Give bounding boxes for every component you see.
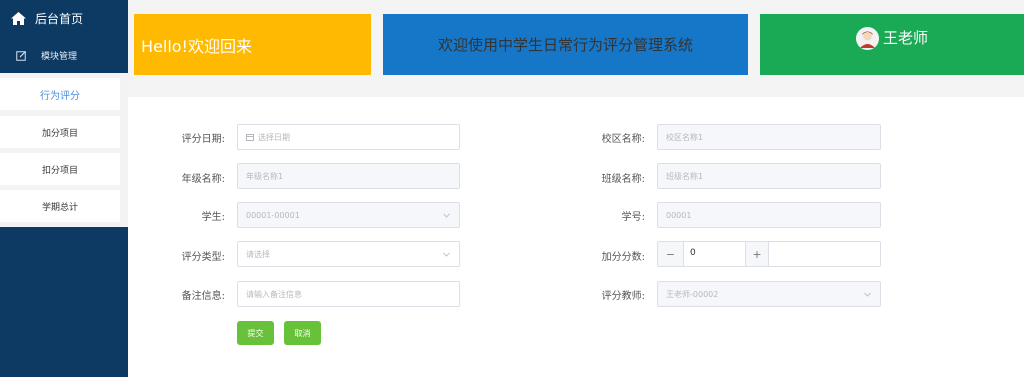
- class-value: 班级名称1: [666, 171, 704, 181]
- student-select: 00001-00001: [237, 202, 460, 228]
- teacher-label: 评分教师:: [601, 291, 645, 302]
- welcome-text: Hello!欢迎回来: [141, 36, 252, 56]
- remark-label: 备注信息:: [181, 291, 225, 302]
- sidebar-item-label: 行为评分: [40, 90, 80, 102]
- teacher-value: 王老师-00002: [666, 289, 719, 299]
- score-type-label: 评分类型:: [181, 252, 225, 263]
- sidebar: 后台首页 模块管理 行为评分 加分项目 扣分项目 学期总计: [0, 0, 128, 377]
- score-date-label: 评分日期:: [181, 134, 225, 145]
- sidebar-module-management[interactable]: 模块管理: [0, 37, 128, 73]
- sidebar-home-label: 后台首页: [35, 12, 84, 26]
- sidebar-item-bonus-items[interactable]: 加分项目: [0, 116, 120, 148]
- student-label: 学生:: [201, 212, 225, 223]
- home-icon: [11, 12, 26, 25]
- welcome-card: Hello!欢迎回来: [134, 14, 371, 75]
- decrement-button[interactable]: −: [658, 242, 684, 266]
- student-value: 00001-00001: [246, 210, 300, 220]
- sidebar-item-deduction-items[interactable]: 扣分项目: [0, 153, 120, 185]
- student-no-field: 00001: [657, 202, 881, 228]
- class-field: 班级名称1: [657, 163, 881, 189]
- bonus-score-stepper: − 0 +: [657, 241, 881, 267]
- user-card[interactable]: 王老师: [760, 14, 1024, 75]
- sidebar-home-link[interactable]: 后台首页: [0, 0, 128, 37]
- campus-label: 校区名称:: [601, 134, 645, 145]
- score-type-select[interactable]: 请选择: [237, 241, 460, 267]
- avatar: [855, 27, 879, 50]
- campus-field: 校区名称1: [657, 124, 881, 150]
- student-no-label: 学号:: [621, 212, 645, 223]
- sidebar-submenu: 行为评分 加分项目 扣分项目 学期总计: [0, 73, 128, 227]
- remark-input[interactable]: 请输入备注信息: [237, 281, 460, 307]
- campus-value: 校区名称1: [666, 132, 704, 142]
- sidebar-item-behavior-score[interactable]: 行为评分: [0, 78, 120, 110]
- teacher-select: 王老师-00002: [657, 281, 881, 307]
- chevron-down-icon: [443, 252, 450, 257]
- system-title: 欢迎使用中学生日常行为评分管理系统: [437, 36, 693, 54]
- grade-value: 年级名称1: [246, 171, 284, 181]
- edit-icon: [16, 50, 26, 61]
- chevron-down-icon: [864, 292, 871, 297]
- score-date-picker[interactable]: 选择日期: [237, 124, 460, 150]
- score-type-placeholder: 请选择: [246, 249, 270, 259]
- system-title-card: 欢迎使用中学生日常行为评分管理系统: [383, 14, 748, 75]
- grade-label: 年级名称:: [181, 174, 225, 185]
- bonus-score-label: 加分分数:: [601, 252, 645, 263]
- cancel-button[interactable]: 取消: [284, 321, 321, 345]
- class-label: 班级名称:: [601, 174, 645, 185]
- score-date-placeholder: 选择日期: [258, 132, 290, 142]
- sidebar-module-label: 模块管理: [41, 51, 78, 62]
- sidebar-item-label: 加分项目: [41, 128, 78, 139]
- calendar-icon: [246, 134, 254, 141]
- student-no-value: 00001: [666, 210, 692, 220]
- chevron-down-icon: [443, 213, 450, 218]
- sidebar-item-semester-total[interactable]: 学期总计: [0, 190, 120, 222]
- increment-button[interactable]: +: [745, 242, 769, 266]
- bonus-score-value[interactable]: 0: [690, 248, 696, 258]
- sidebar-item-label: 学期总计: [41, 202, 78, 213]
- grade-field: 年级名称1: [237, 163, 460, 189]
- submit-button[interactable]: 提交: [237, 321, 274, 345]
- sidebar-item-label: 扣分项目: [41, 165, 78, 176]
- remark-placeholder: 请输入备注信息: [246, 289, 302, 299]
- user-name: 王老师: [882, 29, 928, 47]
